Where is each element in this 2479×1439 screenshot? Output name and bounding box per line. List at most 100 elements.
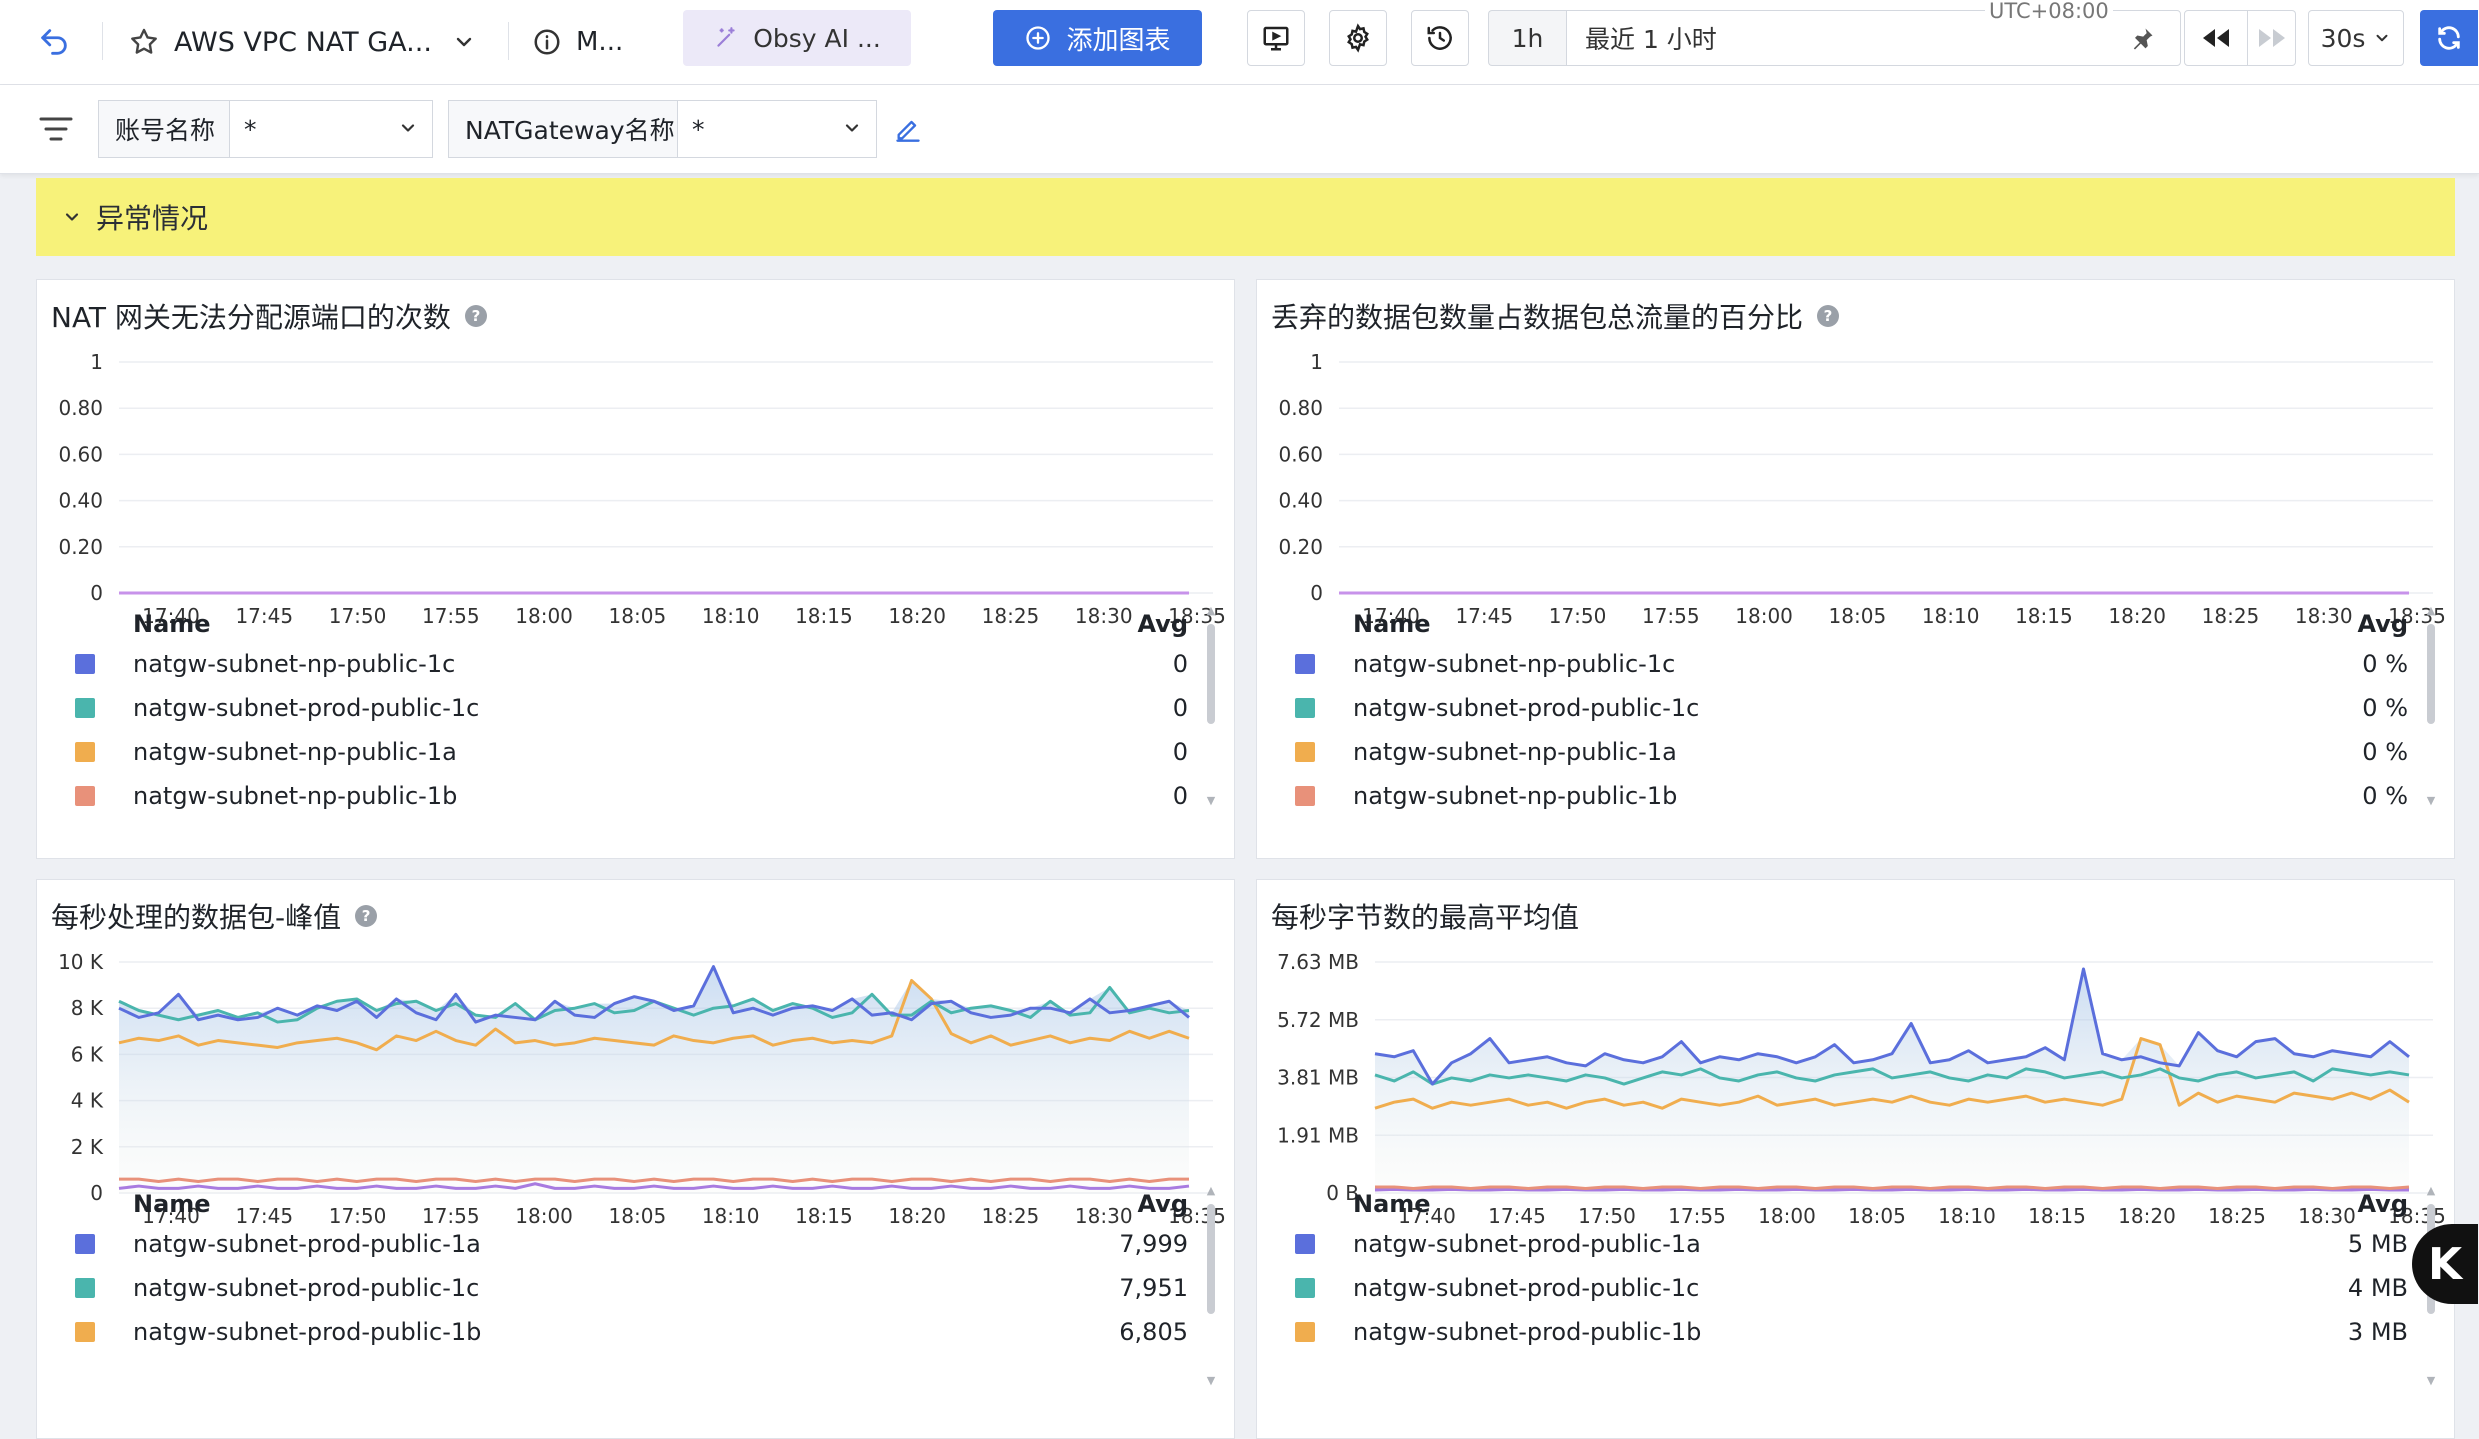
- legend-swatch: [75, 1234, 95, 1254]
- add-chart-label: 添加图表: [1066, 25, 1171, 56]
- legend-series-name: natgw-subnet-prod-public-1b: [1353, 1318, 1702, 1346]
- legend-row[interactable]: natgw-subnet-np-public-1a 0 %: [1295, 730, 2408, 774]
- legend-row[interactable]: natgw-subnet-prod-public-1b 6,805: [75, 1310, 1188, 1354]
- x-tick-label: 17:50: [329, 604, 387, 628]
- legend-name-header[interactable]: Name: [133, 610, 211, 638]
- legend-name-header[interactable]: Name: [133, 1190, 211, 1218]
- legend-series-avg: 5 MB: [2347, 1230, 2408, 1258]
- y-tick-label: 2 K: [71, 1135, 104, 1159]
- top-toolbar: AWS VPC NAT GA... M... Obsy AI ... 添加图表 …: [0, 0, 2479, 85]
- legend-swatch: [75, 654, 95, 674]
- account-filter-select[interactable]: *: [230, 100, 433, 158]
- legend-scrollbar[interactable]: ▲ ▼: [1206, 605, 1216, 806]
- refresh-button[interactable]: [2420, 10, 2478, 66]
- legend-series-avg: 0 %: [2362, 694, 2408, 722]
- panel-dropped-packets: 丢弃的数据包数量占数据包总流量的百分比? 0 0.20 0.40 0.60 0.80 1 1…: [1256, 279, 2455, 859]
- y-tick-label: 5.72 MB: [1277, 1008, 1359, 1032]
- account-filter[interactable]: 账号名称 *: [98, 100, 433, 158]
- legend-scrollbar[interactable]: ▲ ▼: [1206, 1185, 1216, 1386]
- legend-swatch: [1295, 1322, 1315, 1342]
- legend-name-header[interactable]: Name: [1353, 1190, 1431, 1218]
- natgateway-filter-label: NATGateway名称: [448, 100, 678, 158]
- x-tick-label: 17:45: [235, 604, 293, 628]
- legend-series-avg: 0 %: [2362, 650, 2408, 678]
- account-filter-value: *: [244, 114, 257, 144]
- legend-name-header[interactable]: Name: [1353, 610, 1431, 638]
- dashboard-title[interactable]: AWS VPC NAT GA...: [174, 20, 432, 64]
- timezone-label: UTC+08:00: [1985, 0, 2113, 23]
- legend-row[interactable]: natgw-subnet-prod-public-1c 0 %: [1295, 686, 2408, 730]
- natgateway-filter[interactable]: NATGateway名称 *: [448, 100, 877, 158]
- scroll-up-icon[interactable]: ▲: [1206, 605, 1216, 616]
- star-icon[interactable]: [122, 20, 166, 64]
- legend-avg-header[interactable]: Avg: [2357, 610, 2408, 638]
- gear-icon: [1343, 23, 1373, 53]
- legend-series-avg: 7,999: [1119, 1230, 1188, 1258]
- legend-row[interactable]: natgw-subnet-np-public-1c 0 %: [1295, 642, 2408, 686]
- natgateway-filter-select[interactable]: *: [678, 100, 877, 158]
- toolbar-divider: [508, 22, 509, 60]
- legend-scrollbar[interactable]: ▲ ▼: [2426, 605, 2436, 806]
- obsy-ai-button[interactable]: Obsy AI ...: [683, 10, 911, 66]
- scroll-up-icon[interactable]: ▲: [2426, 1185, 2436, 1196]
- scroll-down-icon[interactable]: ▼: [1206, 1375, 1216, 1386]
- legend-row[interactable]: natgw-subnet-prod-public-1a 7,999: [75, 1222, 1188, 1266]
- y-tick-label: 0: [90, 1181, 103, 1205]
- legend-avg-header[interactable]: Avg: [1137, 610, 1188, 638]
- legend-avg-header[interactable]: Avg: [2357, 1190, 2408, 1218]
- magic-wand-icon: [713, 25, 739, 51]
- series-area: [1375, 968, 2409, 1193]
- legend-series-name: natgw-subnet-prod-public-1c: [1353, 1274, 1700, 1302]
- legend-row[interactable]: natgw-subnet-np-public-1b 0: [75, 774, 1188, 818]
- x-tick-label: 18:05: [609, 604, 667, 628]
- legend-row[interactable]: natgw-subnet-prod-public-1c 0: [75, 686, 1188, 730]
- refresh-interval-select[interactable]: 30s: [2308, 10, 2404, 66]
- time-back-button[interactable]: [2184, 10, 2248, 66]
- rewind-icon: [2201, 27, 2231, 49]
- chart-svg: 00.200.400.600.80117:40 17:45 17:50 17:55 18…: [1278, 350, 2445, 628]
- back-icon[interactable]: [30, 18, 78, 66]
- anomaly-section-header[interactable]: 异常情况: [36, 178, 2455, 256]
- info-button[interactable]: M...: [532, 20, 623, 64]
- scroll-thumb[interactable]: [1207, 624, 1215, 724]
- filter-icon[interactable]: [34, 107, 78, 151]
- chart-svg: 0 B1.91 MB3.81 MB5.72 MB7.63 MB17:40 17:4…: [1277, 950, 2446, 1228]
- y-tick-label: 1: [1310, 350, 1323, 374]
- legend-swatch: [75, 786, 95, 806]
- legend-series-avg: 3 MB: [2347, 1318, 2408, 1346]
- x-tick-label: 18:10: [702, 604, 760, 628]
- legend-row[interactable]: natgw-subnet-prod-public-1c 7,951: [75, 1266, 1188, 1310]
- pin-icon[interactable]: [2121, 18, 2163, 60]
- scroll-down-icon[interactable]: ▼: [2426, 1375, 2436, 1386]
- chevron-down-icon[interactable]: [446, 22, 482, 62]
- filter-bar: 账号名称 * NATGateway名称 *: [0, 85, 2479, 174]
- y-tick-label: 0.20: [1278, 535, 1323, 559]
- legend-avg-header[interactable]: Avg: [1137, 1190, 1188, 1218]
- scroll-up-icon[interactable]: ▲: [1206, 1185, 1216, 1196]
- legend-series-avg: 0: [1172, 650, 1188, 678]
- scroll-thumb[interactable]: [1207, 1204, 1215, 1314]
- legend-row[interactable]: natgw-subnet-prod-public-1a 5 MB: [1295, 1222, 2408, 1266]
- legend-series-name: natgw-subnet-np-public-1c: [1353, 650, 1676, 678]
- chevron-down-icon: [842, 115, 862, 144]
- scroll-down-icon[interactable]: ▼: [2426, 795, 2436, 806]
- time-short-label[interactable]: 1h: [1488, 10, 1566, 66]
- presentation-button[interactable]: [1247, 10, 1305, 66]
- legend-row[interactable]: natgw-subnet-prod-public-1c 4 MB: [1295, 1266, 2408, 1310]
- x-tick-label: 18:15: [2015, 604, 2073, 628]
- legend-row[interactable]: natgw-subnet-np-public-1c 0: [75, 642, 1188, 686]
- history-button[interactable]: [1411, 10, 1469, 66]
- time-forward-button[interactable]: [2248, 10, 2296, 66]
- scroll-thumb[interactable]: [2427, 624, 2435, 724]
- edit-icon[interactable]: [890, 111, 926, 147]
- legend-series-avg: 7,951: [1119, 1274, 1188, 1302]
- settings-button[interactable]: [1329, 10, 1387, 66]
- fast-forward-icon: [2257, 27, 2287, 49]
- x-tick-label: 17:55: [422, 604, 480, 628]
- add-chart-button[interactable]: 添加图表: [993, 10, 1202, 66]
- legend-row[interactable]: natgw-subnet-np-public-1b 0 %: [1295, 774, 2408, 818]
- legend-row[interactable]: natgw-subnet-np-public-1a 0: [75, 730, 1188, 774]
- legend-row[interactable]: natgw-subnet-prod-public-1b 3 MB: [1295, 1310, 2408, 1354]
- scroll-up-icon[interactable]: ▲: [2426, 605, 2436, 616]
- scroll-down-icon[interactable]: ▼: [1206, 795, 1216, 806]
